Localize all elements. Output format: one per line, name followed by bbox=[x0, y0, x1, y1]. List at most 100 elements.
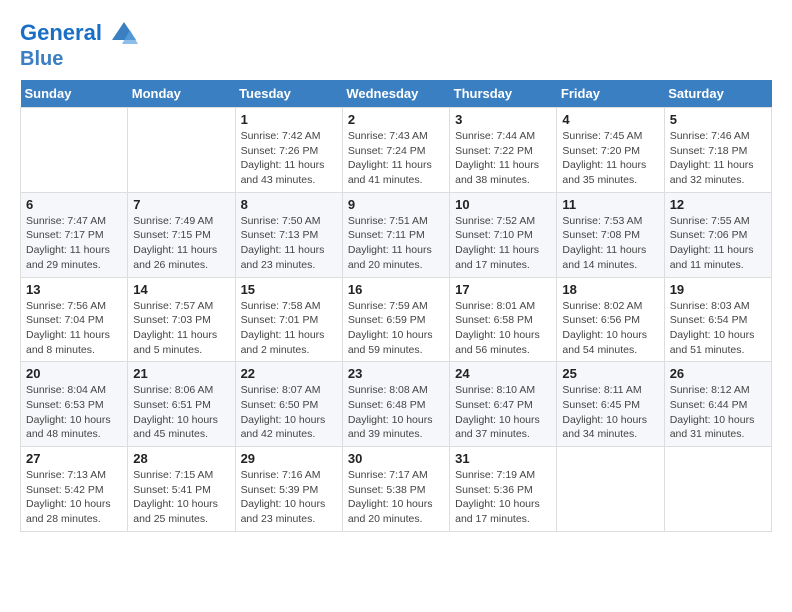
day-info: Sunrise: 7:52 AM Sunset: 7:10 PM Dayligh… bbox=[455, 214, 551, 273]
calendar-cell: 1 Sunrise: 7:42 AM Sunset: 7:26 PM Daylig… bbox=[235, 108, 342, 193]
day-number: 1 bbox=[241, 112, 337, 127]
page-header: General Blue bbox=[20, 20, 772, 70]
calendar-cell: 16 Sunrise: 7:59 AM Sunset: 6:59 PM Dayli… bbox=[342, 277, 449, 362]
day-info: Sunrise: 7:57 AM Sunset: 7:03 PM Dayligh… bbox=[133, 299, 229, 358]
calendar-cell: 29Sunrise: 7:16 AM Sunset: 5:39 PM Dayli… bbox=[235, 447, 342, 532]
day-number: 2 bbox=[348, 112, 444, 127]
calendar-cell: 24 Sunrise: 8:10 AM Sunset: 6:47 PM Dayli… bbox=[450, 362, 557, 447]
weekday-header: Tuesday bbox=[235, 80, 342, 108]
day-number: 20 bbox=[26, 366, 122, 381]
calendar-cell bbox=[664, 447, 771, 532]
calendar-week-row: 27 Sunrise: 7:13 AM Sunset: 5:42 PM Dayli… bbox=[21, 447, 772, 532]
day-info: Sunrise: 8:11 AM Sunset: 6:45 PM Dayligh… bbox=[562, 383, 658, 442]
day-info: Sunrise: 8:07 AM Sunset: 6:50 PM Dayligh… bbox=[241, 383, 337, 442]
day-info: Sunrise: 7:19 AM Sunset: 5:36 PM Dayligh… bbox=[455, 468, 551, 527]
logo: General Blue bbox=[20, 20, 138, 70]
day-info: Sunrise: 7:15 AM Sunset: 5:41 PM Dayligh… bbox=[133, 468, 229, 527]
calendar-cell: 20 Sunrise: 8:04 AM Sunset: 6:53 PM Dayli… bbox=[21, 362, 128, 447]
day-info: Sunrise: 7:16 AM Sunset: 5:39 PM Dayligh… bbox=[241, 468, 337, 527]
calendar-cell: 8 Sunrise: 7:50 AM Sunset: 7:13 PM Daylig… bbox=[235, 192, 342, 277]
calendar-cell: 13 Sunrise: 7:56 AM Sunset: 7:04 PM Dayli… bbox=[21, 277, 128, 362]
calendar-table: SundayMondayTuesdayWednesdayThursdayFrid… bbox=[20, 80, 772, 532]
day-number: 17 bbox=[455, 282, 551, 297]
day-info: Sunrise: 8:03 AM Sunset: 6:54 PM Dayligh… bbox=[670, 299, 766, 358]
day-info: Sunrise: 7:43 AM Sunset: 7:24 PM Dayligh… bbox=[348, 129, 444, 188]
day-number: 13 bbox=[26, 282, 122, 297]
day-number: 25 bbox=[562, 366, 658, 381]
calendar-week-row: 20 Sunrise: 8:04 AM Sunset: 6:53 PM Dayli… bbox=[21, 362, 772, 447]
day-number: 12 bbox=[670, 197, 766, 212]
weekday-header: Monday bbox=[128, 80, 235, 108]
day-info: Sunrise: 7:58 AM Sunset: 7:01 PM Dayligh… bbox=[241, 299, 337, 358]
calendar-cell: 18 Sunrise: 8:02 AM Sunset: 6:56 PM Dayli… bbox=[557, 277, 664, 362]
calendar-cell: 12Sunrise: 7:55 AM Sunset: 7:06 PM Dayli… bbox=[664, 192, 771, 277]
day-info: Sunrise: 7:53 AM Sunset: 7:08 PM Dayligh… bbox=[562, 214, 658, 273]
weekday-header: Thursday bbox=[450, 80, 557, 108]
calendar-cell: 17 Sunrise: 8:01 AM Sunset: 6:58 PM Dayli… bbox=[450, 277, 557, 362]
day-number: 27 bbox=[26, 451, 122, 466]
day-number: 14 bbox=[133, 282, 229, 297]
day-info: Sunrise: 8:04 AM Sunset: 6:53 PM Dayligh… bbox=[26, 383, 122, 442]
day-info: Sunrise: 8:12 AM Sunset: 6:44 PM Dayligh… bbox=[670, 383, 766, 442]
day-info: Sunrise: 7:56 AM Sunset: 7:04 PM Dayligh… bbox=[26, 299, 122, 358]
weekday-header: Wednesday bbox=[342, 80, 449, 108]
day-info: Sunrise: 7:44 AM Sunset: 7:22 PM Dayligh… bbox=[455, 129, 551, 188]
day-number: 31 bbox=[455, 451, 551, 466]
day-number: 18 bbox=[562, 282, 658, 297]
day-number: 19 bbox=[670, 282, 766, 297]
weekday-header: Saturday bbox=[664, 80, 771, 108]
calendar-cell: 3 Sunrise: 7:44 AM Sunset: 7:22 PM Daylig… bbox=[450, 108, 557, 193]
day-info: Sunrise: 8:06 AM Sunset: 6:51 PM Dayligh… bbox=[133, 383, 229, 442]
day-number: 7 bbox=[133, 197, 229, 212]
calendar-body: 1 Sunrise: 7:42 AM Sunset: 7:26 PM Daylig… bbox=[21, 108, 772, 532]
day-info: Sunrise: 7:45 AM Sunset: 7:20 PM Dayligh… bbox=[562, 129, 658, 188]
day-info: Sunrise: 8:01 AM Sunset: 6:58 PM Dayligh… bbox=[455, 299, 551, 358]
calendar-cell: 10Sunrise: 7:52 AM Sunset: 7:10 PM Dayli… bbox=[450, 192, 557, 277]
day-number: 11 bbox=[562, 197, 658, 212]
day-info: Sunrise: 7:13 AM Sunset: 5:42 PM Dayligh… bbox=[26, 468, 122, 527]
day-number: 30 bbox=[348, 451, 444, 466]
calendar-cell bbox=[128, 108, 235, 193]
day-info: Sunrise: 7:49 AM Sunset: 7:15 PM Dayligh… bbox=[133, 214, 229, 273]
day-info: Sunrise: 7:51 AM Sunset: 7:11 PM Dayligh… bbox=[348, 214, 444, 273]
calendar-cell: 21Sunrise: 8:06 AM Sunset: 6:51 PM Dayli… bbox=[128, 362, 235, 447]
day-info: Sunrise: 8:10 AM Sunset: 6:47 PM Dayligh… bbox=[455, 383, 551, 442]
day-number: 26 bbox=[670, 366, 766, 381]
calendar-week-row: 13 Sunrise: 7:56 AM Sunset: 7:04 PM Dayli… bbox=[21, 277, 772, 362]
calendar-cell: 19 Sunrise: 8:03 AM Sunset: 6:54 PM Dayli… bbox=[664, 277, 771, 362]
day-info: Sunrise: 7:50 AM Sunset: 7:13 PM Dayligh… bbox=[241, 214, 337, 273]
day-info: Sunrise: 7:59 AM Sunset: 6:59 PM Dayligh… bbox=[348, 299, 444, 358]
day-number: 8 bbox=[241, 197, 337, 212]
day-number: 28 bbox=[133, 451, 229, 466]
calendar-cell: 15 Sunrise: 7:58 AM Sunset: 7:01 PM Dayli… bbox=[235, 277, 342, 362]
calendar-cell: 23 Sunrise: 8:08 AM Sunset: 6:48 PM Dayli… bbox=[342, 362, 449, 447]
calendar-cell: 30Sunrise: 7:17 AM Sunset: 5:38 PM Dayli… bbox=[342, 447, 449, 532]
day-number: 3 bbox=[455, 112, 551, 127]
day-info: Sunrise: 7:46 AM Sunset: 7:18 PM Dayligh… bbox=[670, 129, 766, 188]
logo-blue-text: Blue bbox=[20, 48, 138, 70]
day-number: 15 bbox=[241, 282, 337, 297]
day-number: 6 bbox=[26, 197, 122, 212]
calendar-cell: 26 Sunrise: 8:12 AM Sunset: 6:44 PM Dayli… bbox=[664, 362, 771, 447]
weekday-header: Friday bbox=[557, 80, 664, 108]
day-number: 23 bbox=[348, 366, 444, 381]
calendar-cell: 6 Sunrise: 7:47 AM Sunset: 7:17 PM Daylig… bbox=[21, 192, 128, 277]
calendar-cell: 27 Sunrise: 7:13 AM Sunset: 5:42 PM Dayli… bbox=[21, 447, 128, 532]
day-number: 9 bbox=[348, 197, 444, 212]
calendar-cell: 14 Sunrise: 7:57 AM Sunset: 7:03 PM Dayli… bbox=[128, 277, 235, 362]
calendar-cell: 11 Sunrise: 7:53 AM Sunset: 7:08 PM Dayli… bbox=[557, 192, 664, 277]
calendar-cell: 9 Sunrise: 7:51 AM Sunset: 7:11 PM Daylig… bbox=[342, 192, 449, 277]
calendar-cell: 28 Sunrise: 7:15 AM Sunset: 5:41 PM Dayli… bbox=[128, 447, 235, 532]
day-info: Sunrise: 8:02 AM Sunset: 6:56 PM Dayligh… bbox=[562, 299, 658, 358]
calendar-week-row: 6 Sunrise: 7:47 AM Sunset: 7:17 PM Daylig… bbox=[21, 192, 772, 277]
day-info: Sunrise: 8:08 AM Sunset: 6:48 PM Dayligh… bbox=[348, 383, 444, 442]
calendar-cell: 7 Sunrise: 7:49 AM Sunset: 7:15 PM Daylig… bbox=[128, 192, 235, 277]
calendar-cell: 2 Sunrise: 7:43 AM Sunset: 7:24 PM Daylig… bbox=[342, 108, 449, 193]
calendar-header-row: SundayMondayTuesdayWednesdayThursdayFrid… bbox=[21, 80, 772, 108]
calendar-cell bbox=[21, 108, 128, 193]
day-number: 16 bbox=[348, 282, 444, 297]
day-info: Sunrise: 7:42 AM Sunset: 7:26 PM Dayligh… bbox=[241, 129, 337, 188]
day-number: 24 bbox=[455, 366, 551, 381]
day-info: Sunrise: 7:47 AM Sunset: 7:17 PM Dayligh… bbox=[26, 214, 122, 273]
weekday-header: Sunday bbox=[21, 80, 128, 108]
